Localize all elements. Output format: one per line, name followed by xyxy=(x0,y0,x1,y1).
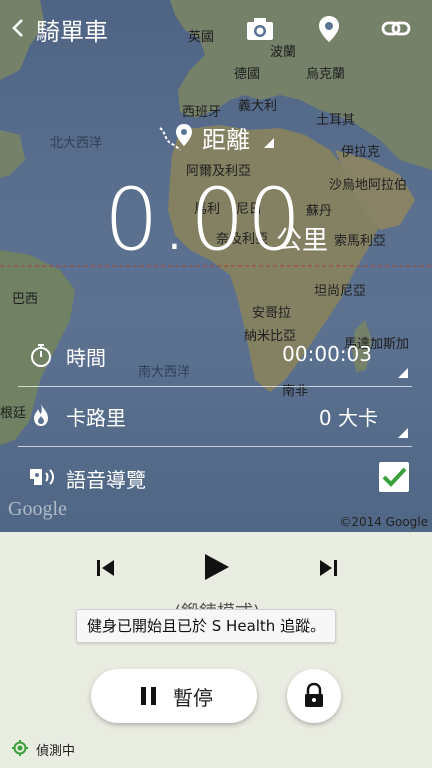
map-label-saudi: 沙烏地阿拉伯 xyxy=(329,178,408,193)
dropdown-corner-icon xyxy=(264,138,274,148)
next-track-icon[interactable] xyxy=(316,556,340,580)
map-label-iraq: 伊拉克 xyxy=(341,145,381,160)
pause-label: 暫停 xyxy=(173,686,213,710)
map-label-ukraine: 烏克蘭 xyxy=(306,67,346,82)
pause-button[interactable]: 暫停 xyxy=(91,669,257,723)
voice-guide-row: 語音導覽 xyxy=(18,450,412,508)
map-copyright: ©2014 Google xyxy=(339,515,428,529)
link-icon[interactable] xyxy=(381,14,411,44)
map-label-italy: 義大利 xyxy=(238,99,278,114)
checkmark-icon xyxy=(382,467,407,487)
metric-selector-distance[interactable]: 距離 xyxy=(158,120,278,154)
map-label-angola: 安哥拉 xyxy=(252,306,292,321)
map-label-tanzania: 坦尚尼亞 xyxy=(314,284,367,299)
distance-label: 距離 xyxy=(202,126,250,154)
time-value: 00:00:03 xyxy=(282,342,372,366)
map-label-somalia: 索馬利亞 xyxy=(334,234,387,249)
map-label-north-atlantic: 北大西洋 xyxy=(50,136,103,151)
gps-status-label: 偵測中 xyxy=(36,744,76,759)
toast-message: 健身已開始且已於 S Health 追蹤。 xyxy=(76,609,337,643)
voice-guide-checkbox[interactable] xyxy=(379,462,409,492)
voice-guide-icon xyxy=(30,469,54,485)
distance-value: 0.00 xyxy=(104,170,304,270)
camera-icon[interactable] xyxy=(245,14,275,44)
route-pin-icon xyxy=(159,124,192,151)
lock-icon xyxy=(305,682,323,707)
dropdown-corner-icon xyxy=(398,428,408,438)
map-label-sudan: 蘇丹 xyxy=(306,204,333,219)
stopwatch-icon xyxy=(31,344,51,367)
voice-guide-label: 語音導覽 xyxy=(66,468,146,492)
flame-icon xyxy=(34,404,48,426)
map-label-spain: 西班牙 xyxy=(182,105,222,120)
calories-value: 0 大卡 xyxy=(318,406,378,430)
play-icon[interactable] xyxy=(201,552,231,582)
map-label-germany: 德國 xyxy=(234,67,261,82)
map-label-turkey: 土耳其 xyxy=(316,113,356,128)
divider xyxy=(18,446,412,447)
metric-row-calories[interactable]: 卡路里 0 大卡 xyxy=(18,388,412,446)
previous-track-icon[interactable] xyxy=(94,556,118,580)
calories-label: 卡路里 xyxy=(66,406,126,430)
dropdown-corner-icon xyxy=(398,368,408,378)
back-icon[interactable] xyxy=(8,14,28,42)
page-title: 騎單車 xyxy=(36,18,108,46)
action-bar: 騎單車 xyxy=(0,0,432,58)
divider xyxy=(18,386,412,387)
map-label-brazil: 巴西 xyxy=(12,292,39,307)
pause-icon xyxy=(141,687,156,705)
lock-button[interactable] xyxy=(287,669,341,723)
time-label: 時間 xyxy=(66,346,106,370)
metric-row-time[interactable]: 時間 00:00:03 xyxy=(18,328,412,386)
gps-status-icon xyxy=(12,740,28,756)
distance-unit: 公里 xyxy=(276,226,329,256)
location-pin-icon[interactable] xyxy=(314,14,344,44)
